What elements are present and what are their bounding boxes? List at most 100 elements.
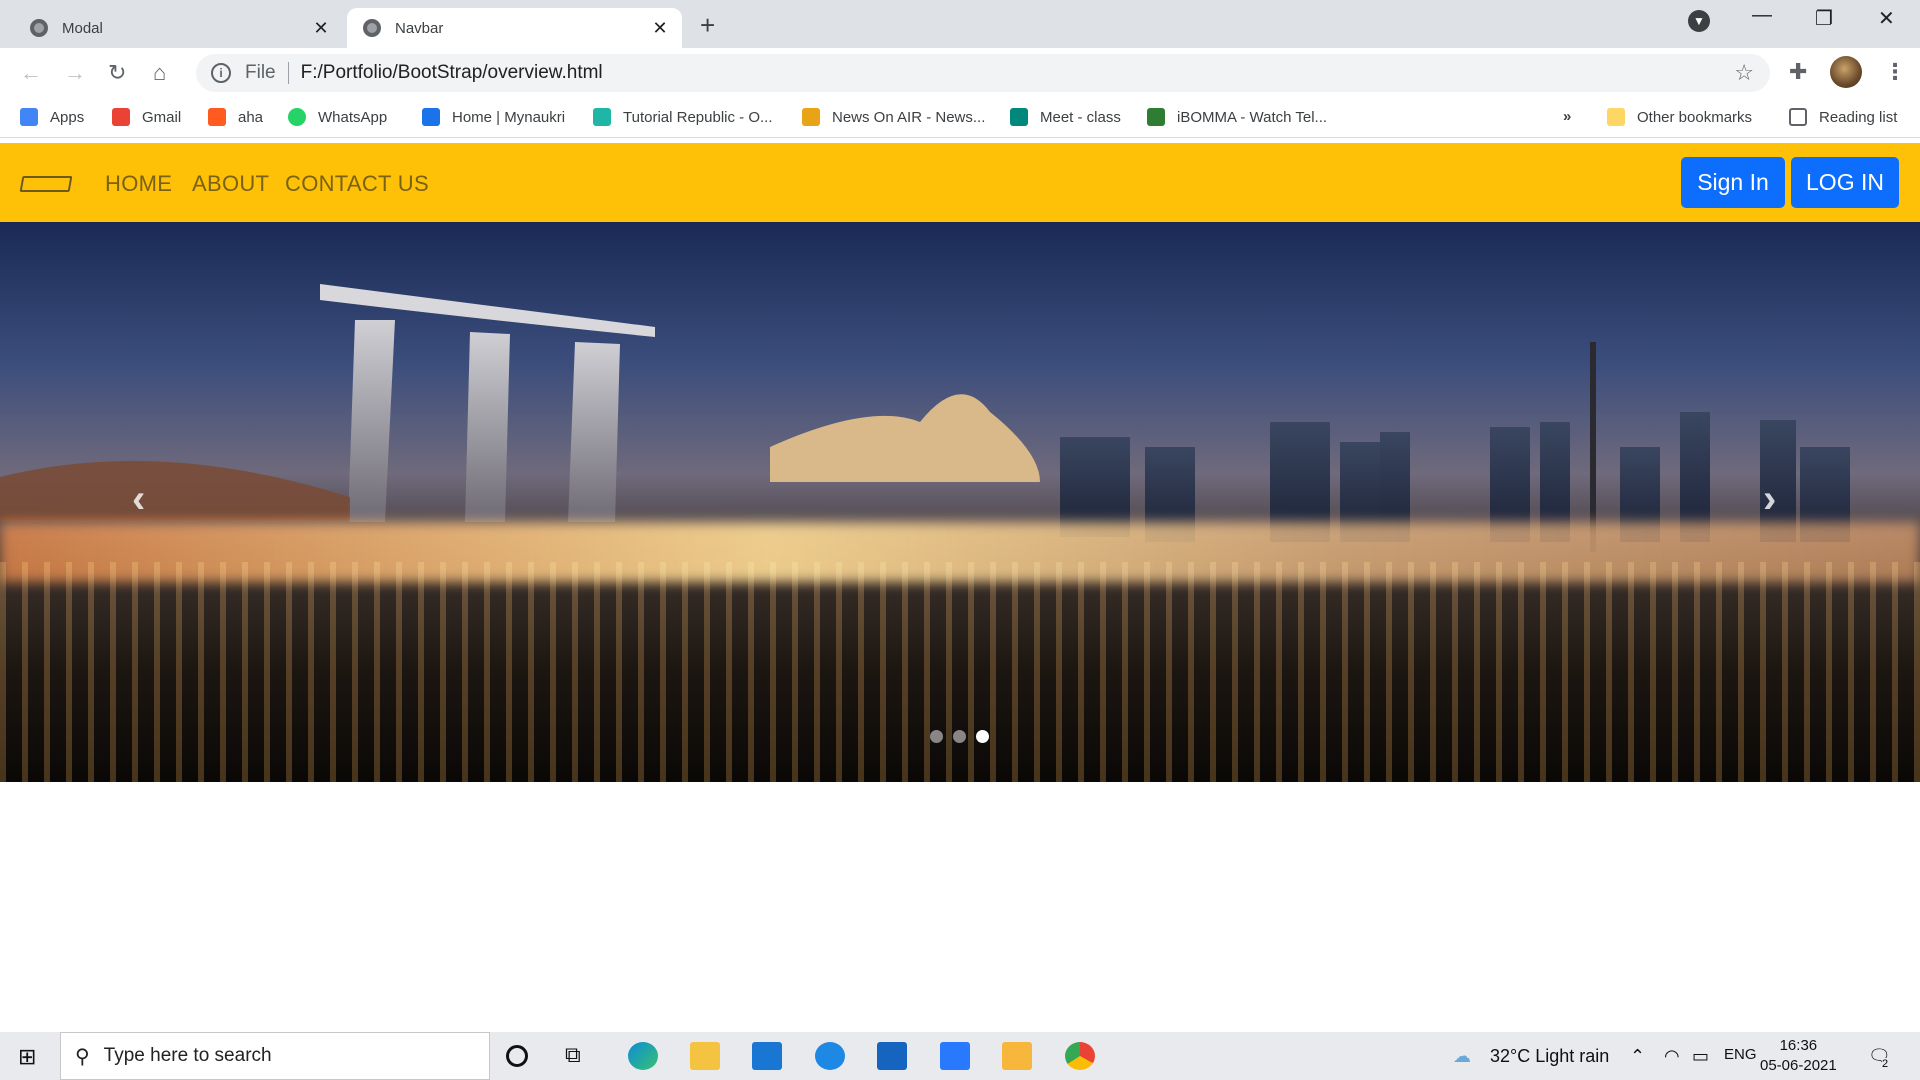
tutorial-republic-icon (593, 108, 611, 126)
tab-label: Modal (62, 19, 103, 37)
carousel-next-icon[interactable]: › (1763, 477, 1776, 522)
ibomma-icon (1147, 108, 1165, 126)
edge-icon[interactable] (628, 1042, 658, 1070)
nav-about-link[interactable]: ABOUT (192, 171, 269, 197)
bookmark-gmail[interactable]: Gmail (112, 108, 181, 126)
news-on-air-icon (802, 108, 820, 126)
windows-taskbar: ⊞ ⚲ Type here to search ⧉ ☁ 32°C Light r… (0, 1032, 1920, 1080)
bookmark-label: Meet - class (1040, 108, 1121, 126)
aha-icon (208, 108, 226, 126)
globe-icon (30, 19, 48, 37)
close-icon[interactable]: ✕ (309, 18, 333, 39)
windows-start-icon[interactable]: ⊞ (18, 1044, 36, 1070)
file-explorer-icon[interactable] (690, 1042, 720, 1070)
weather-text[interactable]: 32°C Light rain (1490, 1046, 1609, 1067)
tab-navbar[interactable]: Navbar ✕ (347, 8, 682, 48)
search-icon: ⚲ (75, 1045, 90, 1068)
close-icon[interactable]: ✕ (648, 18, 672, 39)
gmail-icon (112, 108, 130, 126)
mynaukri-icon (422, 108, 440, 126)
restore-icon[interactable]: ❐ (1815, 6, 1833, 31)
address-bar[interactable]: i File F:/Portfolio/BootStrap/overview.h… (196, 54, 1770, 92)
folder-icon (1607, 108, 1625, 126)
prime-video-icon[interactable] (877, 1042, 907, 1070)
bookmark-label: Other bookmarks (1637, 108, 1753, 126)
search-placeholder: Type here to search (103, 1045, 272, 1066)
file-label: File (245, 62, 276, 83)
brand-logo[interactable] (19, 176, 73, 192)
bookmark-whatsapp[interactable]: WhatsApp (288, 108, 387, 126)
log-in-button[interactable]: LOG IN (1791, 157, 1899, 208)
vscode-icon[interactable] (940, 1042, 970, 1070)
close-window-icon[interactable]: ✕ (1878, 6, 1895, 31)
language-indicator[interactable]: ENG (1724, 1046, 1757, 1063)
bookmark-label: aha (238, 108, 264, 126)
wifi-icon[interactable]: ◠ (1664, 1046, 1680, 1067)
bookmark-label: Apps (50, 108, 85, 126)
tab-modal[interactable]: Modal ✕ (14, 8, 343, 48)
overflow-icon: » (1563, 108, 1572, 125)
bookmark-apps[interactable]: Apps (20, 108, 84, 126)
url-text[interactable]: F:/Portfolio/BootStrap/overview.html (301, 62, 1735, 84)
carousel-indicator[interactable] (953, 730, 966, 743)
bookmark-label: Home | Mynaukri (452, 108, 566, 126)
nav-home-link[interactable]: HOME (105, 171, 172, 197)
bookmark-news-on-air[interactable]: News On AIR - News... (802, 108, 985, 126)
cortana-icon[interactable] (506, 1045, 528, 1067)
sign-in-button[interactable]: Sign In (1681, 157, 1785, 208)
carousel-indicator[interactable] (930, 730, 943, 743)
bookmark-meet[interactable]: Meet - class (1010, 108, 1121, 126)
bookmark-label: Tutorial Republic - O... (623, 108, 773, 126)
weather-icon: ☁ (1453, 1046, 1471, 1066)
chrome-icon[interactable] (1065, 1042, 1095, 1070)
divider (287, 62, 289, 84)
bookmarks-bar: Apps Gmail aha WhatsApp Home | Mynaukri … (0, 98, 1920, 138)
reload-icon[interactable]: ↻ (108, 60, 126, 86)
browser-toolbar: ← → ↻ ⌂ i File F:/Portfolio/BootStrap/ov… (0, 48, 1920, 98)
bookmark-other[interactable]: Other bookmarks (1607, 108, 1752, 126)
reading-list-icon (1789, 108, 1807, 126)
bookmarks-overflow[interactable]: » (1563, 108, 1571, 125)
globe-icon (363, 19, 381, 37)
menu-icon[interactable]: ⋮ (1884, 59, 1906, 85)
app-icon[interactable] (815, 1042, 845, 1070)
bookmark-mynaukri[interactable]: Home | Mynaukri (422, 108, 565, 126)
clock-time: 16:36 (1779, 1037, 1818, 1054)
tab-label: Navbar (395, 19, 444, 37)
bookmark-label: News On AIR - News... (832, 108, 986, 126)
bookmark-label: iBOMMA - Watch Tel... (1177, 108, 1328, 126)
clock-date: 05-06-2021 (1760, 1057, 1837, 1074)
carousel-indicators (930, 730, 989, 743)
info-icon[interactable]: i (211, 63, 231, 83)
avatar[interactable] (1830, 56, 1862, 88)
task-view-icon[interactable]: ⧉ (565, 1042, 595, 1070)
new-tab-icon[interactable]: + (700, 10, 715, 41)
bookmark-tutorial-republic[interactable]: Tutorial Republic - O... (593, 108, 773, 126)
home-icon[interactable]: ⌂ (153, 60, 166, 86)
bookmark-label: WhatsApp (318, 108, 388, 126)
minimize-icon[interactable]: — (1752, 4, 1772, 27)
forward-icon[interactable]: → (64, 60, 86, 86)
reading-list[interactable]: Reading list (1789, 108, 1897, 126)
nav-contact-link[interactable]: CONTACT US (285, 171, 429, 197)
mail-icon[interactable] (752, 1042, 782, 1070)
clock[interactable]: 16:36 05-06-2021 (1760, 1036, 1837, 1076)
bookmark-ibomma[interactable]: iBOMMA - Watch Tel... (1147, 108, 1327, 126)
tab-search-icon[interactable]: ▼ (1688, 10, 1710, 32)
chevron-up-icon[interactable]: ⌃ (1630, 1046, 1645, 1067)
extensions-icon[interactable]: ✚ (1789, 59, 1807, 85)
bookmark-aha[interactable]: aha (208, 108, 263, 126)
carousel-indicator-active[interactable] (976, 730, 989, 743)
photos-icon[interactable] (1002, 1042, 1032, 1070)
battery-icon[interactable]: ▭ (1692, 1046, 1709, 1067)
tab-strip: Modal ✕ Navbar ✕ + ▼ — ❐ ✕ (0, 0, 1920, 48)
site-navbar: HOME ABOUT CONTACT US Sign In LOG IN (0, 143, 1920, 222)
back-icon[interactable]: ← (20, 60, 42, 86)
bookmark-label: Gmail (142, 108, 182, 126)
taskbar-search[interactable]: ⚲ Type here to search (60, 1032, 490, 1080)
hero-carousel: ‹ › (0, 222, 1920, 782)
star-icon[interactable]: ☆ (1734, 60, 1754, 86)
carousel-prev-icon[interactable]: ‹ (132, 477, 145, 522)
meet-icon (1010, 108, 1028, 126)
reading-list-label: Reading list (1819, 108, 1898, 126)
